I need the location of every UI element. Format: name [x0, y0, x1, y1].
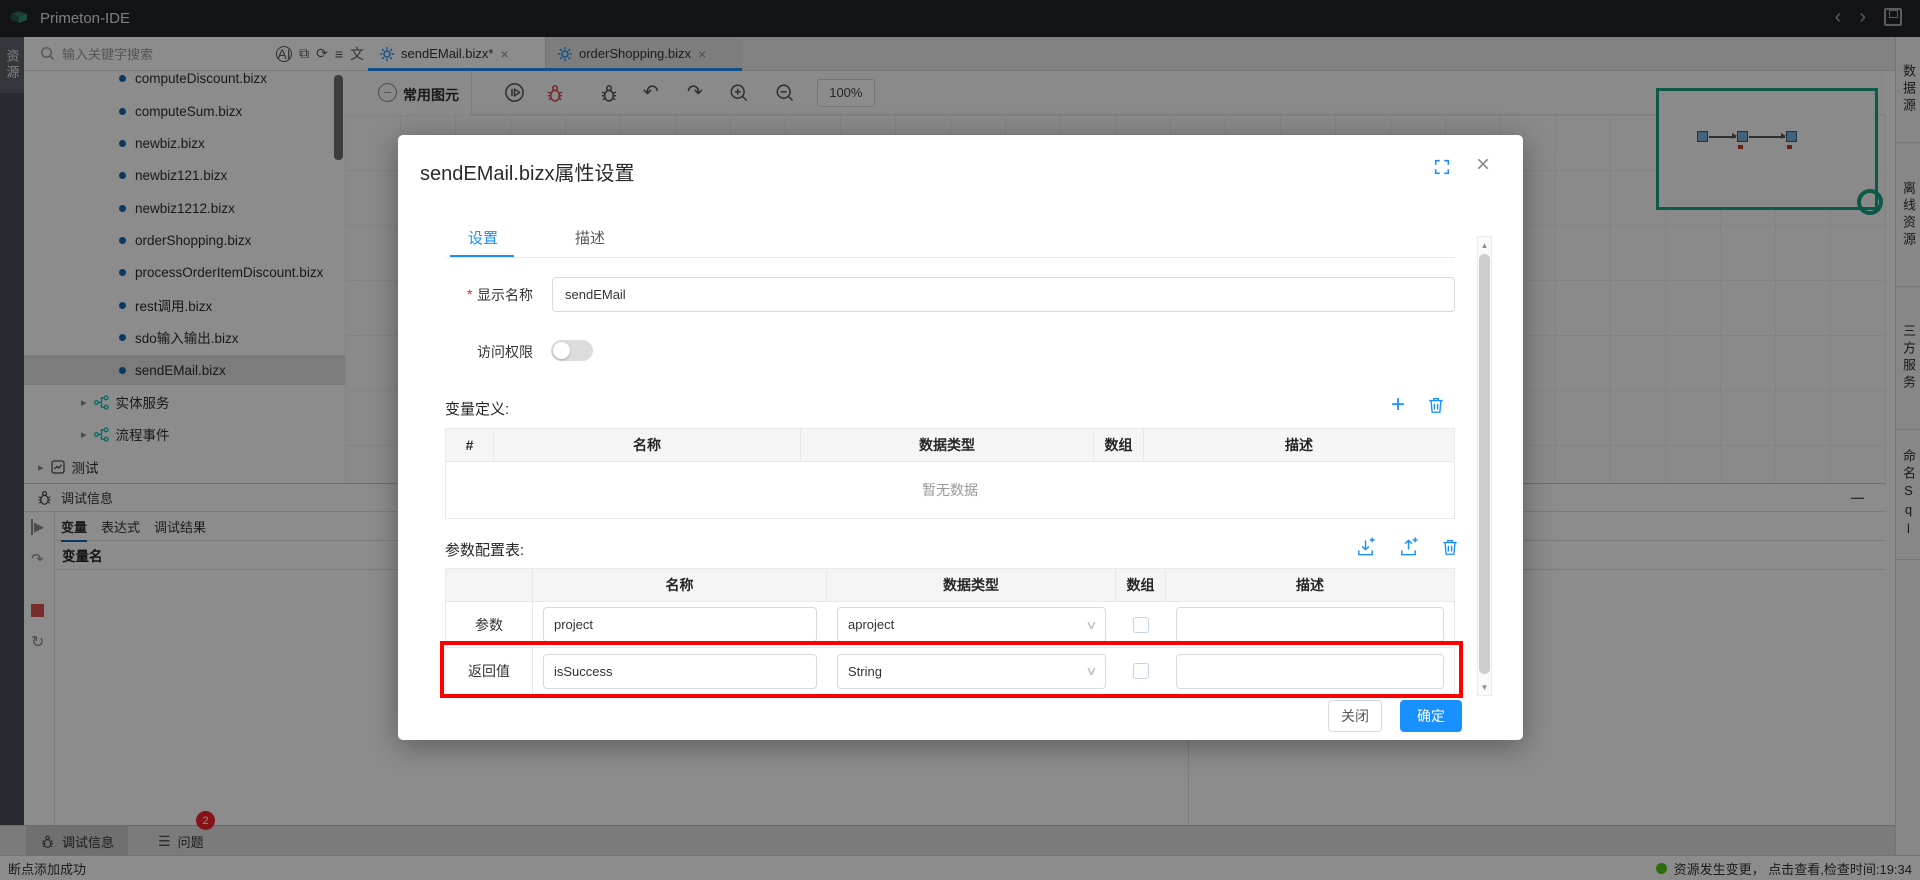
- tab-divider: [446, 257, 1455, 258]
- col-header-name: 名称: [533, 569, 827, 601]
- chevron-down-icon: ∨: [1085, 618, 1097, 632]
- display-name-value: sendEMail: [565, 287, 626, 302]
- close-button[interactable]: 关闭: [1328, 700, 1382, 732]
- close-dialog-icon[interactable]: ×: [1476, 151, 1490, 179]
- access-permission-toggle[interactable]: [551, 340, 593, 361]
- parameters-section-label: 参数配置表:: [445, 539, 524, 560]
- param-name-value: project: [554, 617, 593, 632]
- access-permission-label: 访问权限: [477, 342, 533, 362]
- param-datatype-value: aproject: [848, 617, 894, 632]
- param-name-input[interactable]: project: [543, 607, 817, 642]
- dialog-title: sendEMail.bizx属性设置: [420, 157, 635, 186]
- fullscreen-icon[interactable]: [1433, 158, 1451, 176]
- display-name-input[interactable]: sendEMail: [552, 277, 1455, 312]
- col-header-array: 数组: [1094, 429, 1144, 461]
- import-parameters-icon[interactable]: [1355, 537, 1376, 558]
- col-header-datatype: 数据类型: [801, 429, 1094, 461]
- dialog-tab-description[interactable]: 描述: [575, 227, 605, 248]
- dialog-scrollbar-thumb[interactable]: [1479, 254, 1490, 674]
- col-header-datatype: 数据类型: [827, 569, 1116, 601]
- delete-parameter-icon[interactable]: [1441, 538, 1459, 557]
- col-header-kind: [446, 569, 533, 601]
- display-name-label: 显示名称: [477, 285, 533, 305]
- confirm-button[interactable]: 确定: [1400, 700, 1462, 732]
- col-header-array: 数组: [1116, 569, 1166, 601]
- param-description-input[interactable]: [1176, 607, 1444, 642]
- col-header-description: 描述: [1144, 429, 1454, 461]
- dialog-tab-settings[interactable]: 设置: [468, 227, 498, 248]
- empty-data-text: 暂无数据: [446, 462, 1454, 518]
- variables-section-label: 变量定义:: [445, 398, 509, 419]
- col-header-description: 描述: [1166, 569, 1454, 601]
- export-parameters-icon[interactable]: [1398, 537, 1419, 558]
- col-header-name: 名称: [494, 429, 801, 461]
- variables-table: # 名称 数据类型 数组 描述 暂无数据: [445, 428, 1455, 519]
- col-header-index: #: [446, 429, 494, 461]
- scroll-down-icon[interactable]: ▼: [1477, 680, 1492, 694]
- add-variable-icon[interactable]: +: [1391, 395, 1405, 415]
- param-array-checkbox[interactable]: [1133, 617, 1149, 633]
- highlight-annotation-box: [440, 641, 1463, 698]
- delete-variable-icon[interactable]: [1427, 396, 1445, 415]
- required-asterisk: *: [467, 286, 472, 302]
- scroll-up-icon[interactable]: ▲: [1477, 238, 1492, 252]
- param-datatype-select[interactable]: aproject ∨: [837, 607, 1106, 642]
